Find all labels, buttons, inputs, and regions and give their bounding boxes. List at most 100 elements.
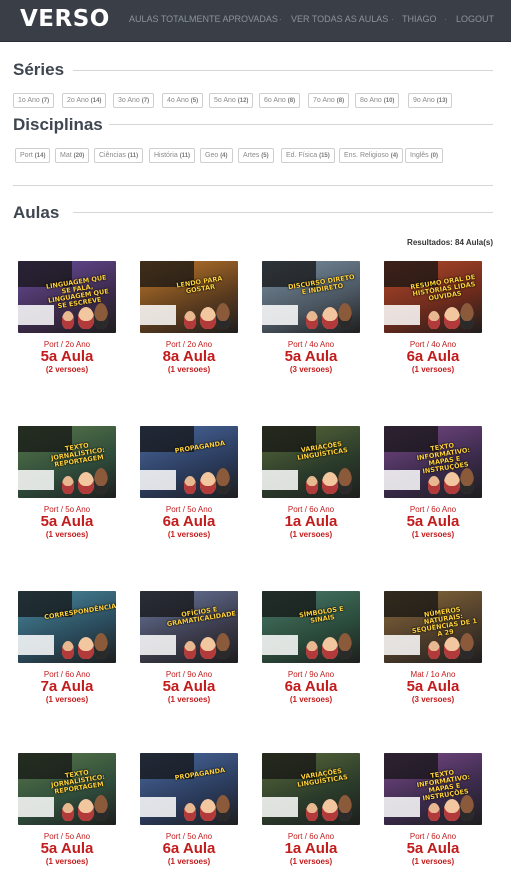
series-chip[interactable]: 2o Ano (14) bbox=[62, 93, 107, 108]
lesson-number[interactable]: 6a Aula bbox=[383, 349, 483, 365]
lesson-thumbnail[interactable]: TEXTO INFORMATIVO: MAPAS E INSTRUÇÕES bbox=[384, 426, 482, 498]
discipline-chip[interactable]: Inglês (0) bbox=[405, 148, 443, 163]
lesson-card[interactable]: LINGUAGEM QUE SE FALA, LINGUAGEM QUE SE … bbox=[17, 261, 117, 374]
lesson-number[interactable]: 6a Aula bbox=[261, 679, 361, 695]
lesson-number[interactable]: 7a Aula bbox=[17, 679, 117, 695]
character-figure bbox=[338, 468, 352, 494]
nav-link-all[interactable]: VER TODAS AS AULAS bbox=[291, 14, 388, 24]
lesson-thumbnail[interactable]: RESUMO ORAL DE HISTÓRIAS LIDAS OUVIDAS bbox=[384, 261, 482, 333]
discipline-chip[interactable]: Ciências (11) bbox=[94, 148, 144, 163]
lesson-card[interactable]: CORRESPONDÊNCIAS Port / 6o Ano 7a Aula (1 v… bbox=[17, 591, 117, 704]
series-chip[interactable]: 4o Ano (5) bbox=[162, 93, 204, 108]
lesson-thumbnail[interactable]: VARIAÇÕES LINGUÍSTICAS bbox=[262, 426, 360, 498]
lesson-card[interactable]: TEXTO JORNALÍSTICO: REPORTAGEM Port / 5o … bbox=[17, 426, 117, 539]
chip-label: 2o Ano bbox=[67, 97, 91, 104]
character-figure bbox=[428, 803, 440, 821]
aulas-heading: Aulas bbox=[13, 203, 60, 222]
character-figure bbox=[460, 633, 474, 659]
discipline-chip[interactable]: Ed. Física (15) bbox=[281, 148, 335, 163]
top-navbar: VERSO AULAS TOTALMENTE APROVADAS · VER T… bbox=[0, 0, 511, 42]
lesson-card[interactable]: LENDO PARA GOSTAR Port / 2o Ano 8a Aula (1 … bbox=[139, 261, 239, 374]
character-figure bbox=[428, 311, 440, 329]
series-chip[interactable]: 7o Ano (8) bbox=[308, 93, 350, 108]
discipline-chip[interactable]: Ens. Religioso (4) bbox=[339, 148, 404, 163]
lesson-number[interactable]: 5a Aula bbox=[139, 679, 239, 695]
series-chip[interactable]: 9o Ano (13) bbox=[408, 93, 453, 108]
lesson-thumbnail[interactable]: TEXTO JORNALÍSTICO: REPORTAGEM bbox=[18, 426, 116, 498]
lesson-card[interactable]: PROPAGANDA Port / 5o Ano 6a Aula (1 versoes… bbox=[139, 753, 239, 866]
character-figure bbox=[444, 307, 460, 329]
lesson-card[interactable]: OFÍCIOS E GRAMATICALIDADE Port / 9o Ano 5a… bbox=[139, 591, 239, 704]
character-figure bbox=[184, 311, 196, 329]
lesson-number[interactable]: 6a Aula bbox=[139, 841, 239, 857]
lesson-thumbnail[interactable]: SÍMBOLOS E SINAIS bbox=[262, 591, 360, 663]
lesson-thumbnail[interactable]: PROPAGANDA bbox=[140, 753, 238, 825]
lesson-thumbnail[interactable]: PROPAGANDA bbox=[140, 426, 238, 498]
chip-count: (5) bbox=[190, 98, 199, 104]
discipline-chip[interactable]: Mat (20) bbox=[55, 148, 90, 163]
lesson-number[interactable]: 5a Aula bbox=[17, 841, 117, 857]
chip-count: (12) bbox=[237, 98, 249, 104]
brand-logo[interactable]: VERSO bbox=[20, 6, 110, 32]
lesson-thumbnail[interactable]: TEXTO INFORMATIVO: MAPAS E INSTRUÇÕES bbox=[384, 753, 482, 825]
series-chip[interactable]: 6o Ano (8) bbox=[259, 93, 301, 108]
character-figure bbox=[78, 799, 94, 821]
nav-link-user[interactable]: THIAGO bbox=[402, 14, 437, 24]
lesson-card[interactable]: RESUMO ORAL DE HISTÓRIAS LIDAS OUVIDAS Po… bbox=[383, 261, 483, 374]
lesson-card[interactable]: TEXTO JORNALÍSTICO: REPORTAGEM Port / 5o … bbox=[17, 753, 117, 866]
lesson-number[interactable]: 8a Aula bbox=[139, 349, 239, 365]
lesson-number[interactable]: 5a Aula bbox=[17, 514, 117, 530]
character-figure bbox=[460, 468, 474, 494]
discipline-chip[interactable]: Geo (4) bbox=[200, 148, 233, 163]
lesson-card[interactable]: DISCURSO DIRETO E INDIRETO Port / 4o Ano 5… bbox=[261, 261, 361, 374]
chip-count: (8) bbox=[287, 98, 296, 104]
lesson-number[interactable]: 1a Aula bbox=[261, 514, 361, 530]
character-figure bbox=[460, 795, 474, 821]
lesson-number[interactable]: 6a Aula bbox=[139, 514, 239, 530]
lesson-number[interactable]: 5a Aula bbox=[383, 841, 483, 857]
chip-label: 7o Ano bbox=[313, 97, 337, 104]
series-chip[interactable]: 5o Ano (12) bbox=[209, 93, 254, 108]
lesson-number[interactable]: 1a Aula bbox=[261, 841, 361, 857]
top-nav: AULAS TOTALMENTE APROVADAS · VER TODAS A… bbox=[129, 14, 511, 26]
series-chip[interactable]: 3o Ano (7) bbox=[113, 93, 155, 108]
lesson-number[interactable]: 5a Aula bbox=[383, 679, 483, 695]
lesson-thumbnail[interactable]: VARIAÇÕES LINGUÍSTICAS bbox=[262, 753, 360, 825]
lesson-card[interactable]: SÍMBOLOS E SINAIS Port / 9o Ano 6a Aula (1 … bbox=[261, 591, 361, 704]
lesson-number[interactable]: 5a Aula bbox=[383, 514, 483, 530]
lesson-card[interactable]: NÚMEROS NATURAIS: SEQUÊNCIAS DE 1 A 29 Ma… bbox=[383, 591, 483, 704]
chip-label: Port bbox=[20, 152, 35, 159]
chip-count: (4) bbox=[220, 153, 228, 159]
thumbnail-objective-panel bbox=[18, 635, 54, 655]
results-count: Resultados: 84 Aula(s) bbox=[407, 238, 493, 247]
lesson-thumbnail[interactable]: TEXTO JORNALÍSTICO: REPORTAGEM bbox=[18, 753, 116, 825]
chip-count: (5) bbox=[261, 153, 269, 159]
chip-label: 1o Ano bbox=[18, 97, 42, 104]
lesson-thumbnail[interactable]: OFÍCIOS E GRAMATICALIDADE bbox=[140, 591, 238, 663]
thumbnail-objective-panel bbox=[140, 305, 176, 325]
series-chip[interactable]: 8o Ano (10) bbox=[355, 93, 400, 108]
lesson-thumbnail[interactable]: LENDO PARA GOSTAR bbox=[140, 261, 238, 333]
lesson-thumbnail[interactable]: CORRESPONDÊNCIAS bbox=[18, 591, 116, 663]
lesson-number[interactable]: 5a Aula bbox=[261, 349, 361, 365]
lesson-thumbnail[interactable]: DISCURSO DIRETO E INDIRETO bbox=[262, 261, 360, 333]
series-chip[interactable]: 1o Ano (7) bbox=[13, 93, 55, 108]
lesson-card[interactable]: VARIAÇÕES LINGUÍSTICAS Port / 6o Ano 1a Au… bbox=[261, 753, 361, 866]
lesson-versions: (2 versoes) bbox=[45, 365, 89, 374]
discipline-chip[interactable]: Port (14) bbox=[15, 148, 51, 163]
discipline-chip[interactable]: História (11) bbox=[149, 148, 196, 163]
chip-label: 9o Ano bbox=[413, 97, 437, 104]
lesson-number[interactable]: 5a Aula bbox=[17, 349, 117, 365]
lesson-card[interactable]: TEXTO INFORMATIVO: MAPAS E INSTRUÇÕES Por… bbox=[383, 426, 483, 539]
character-figure bbox=[184, 476, 196, 494]
lesson-thumbnail[interactable]: LINGUAGEM QUE SE FALA, LINGUAGEM QUE SE … bbox=[18, 261, 116, 333]
thumbnail-objective-panel bbox=[140, 470, 176, 490]
chip-label: 4o Ano bbox=[167, 97, 191, 104]
lesson-card[interactable]: PROPAGANDA Port / 5o Ano 6a Aula (1 versoes… bbox=[139, 426, 239, 539]
discipline-chip[interactable]: Artes (5) bbox=[238, 148, 274, 163]
lesson-card[interactable]: VARIAÇÕES LINGUÍSTICAS Port / 6o Ano 1a Au… bbox=[261, 426, 361, 539]
lesson-thumbnail[interactable]: NÚMEROS NATURAIS: SEQUÊNCIAS DE 1 A 29 bbox=[384, 591, 482, 663]
nav-link-approved[interactable]: AULAS TOTALMENTE APROVADAS bbox=[129, 14, 278, 24]
nav-link-logout[interactable]: LOGOUT bbox=[456, 14, 494, 24]
lesson-card[interactable]: TEXTO INFORMATIVO: MAPAS E INSTRUÇÕES Por… bbox=[383, 753, 483, 866]
